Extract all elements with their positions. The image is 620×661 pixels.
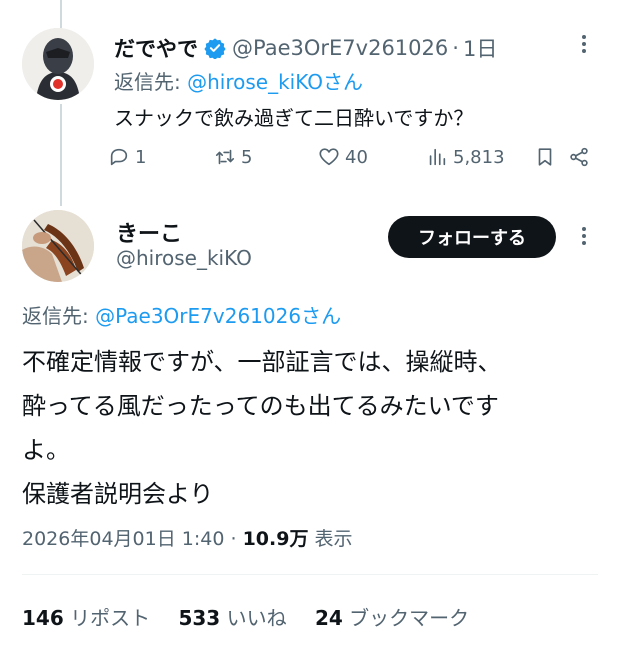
- display-name[interactable]: だでやで: [114, 33, 198, 63]
- tweet-text: 不確定情報ですが、一部証言では、操縦時、 酔ってる風だったってのも出てるみたいで…: [22, 340, 602, 516]
- repost-icon: [215, 149, 235, 165]
- mention-link[interactable]: @Pae3OrE7v261026さん: [95, 304, 341, 328]
- share-icon: [570, 147, 588, 167]
- bookmarks-label: ブックマーク: [349, 606, 470, 630]
- reply-count: 1: [135, 146, 147, 168]
- reply-tweet[interactable]: だでやで @Pae3OrE7v261026 · 1日 返信先: @hirose_…: [0, 0, 620, 200]
- heart-icon: [319, 148, 339, 166]
- avatar[interactable]: [22, 28, 94, 100]
- tweet-text-line: よ。: [22, 436, 70, 464]
- repost-count: 5: [241, 146, 253, 168]
- replying-to: 返信先: @Pae3OrE7v261026さん: [22, 300, 341, 329]
- tweet-text-line: 酔ってる風だったってのも出てるみたいです: [22, 392, 499, 420]
- reposts-label: リポスト: [70, 606, 151, 630]
- more-options-icon[interactable]: [572, 224, 596, 248]
- tweet-actions: 1 5 40 5,813: [108, 146, 592, 172]
- like-button[interactable]: 40: [318, 146, 368, 168]
- analytics-icon: [429, 148, 446, 166]
- divider: [22, 574, 598, 575]
- views-count: 5,813: [453, 146, 505, 168]
- bookmark-button[interactable]: [534, 146, 556, 168]
- likes-label: いいね: [226, 606, 287, 630]
- more-options-icon[interactable]: [572, 32, 596, 56]
- reposts-stat[interactable]: 146 リポスト: [22, 606, 172, 630]
- bookmark-icon: [538, 148, 552, 166]
- post-timestamp[interactable]: 2026年04月01日 1:40: [22, 528, 224, 550]
- reply-button[interactable]: 1: [108, 146, 146, 168]
- replying-to: 返信先: @hirose_kiKOさん: [114, 66, 363, 95]
- separator-dot: ·: [452, 36, 459, 60]
- display-name[interactable]: きーこ: [116, 216, 182, 248]
- avatar[interactable]: [22, 210, 94, 282]
- views-button[interactable]: 5,813: [426, 146, 505, 168]
- reply-icon: [110, 148, 128, 166]
- bookmarks-stat[interactable]: 24 ブックマーク: [315, 606, 469, 630]
- tweet-meta: 2026年04月01日 1:40 · 10.9万 表示: [22, 528, 353, 550]
- views-count: 10.9万: [242, 528, 309, 550]
- user-handle[interactable]: @hirose_kiKO: [116, 246, 252, 270]
- repost-button[interactable]: 5: [214, 146, 252, 168]
- mention-link[interactable]: @hirose_kiKOさん: [187, 70, 363, 94]
- views-label: 表示: [314, 528, 353, 550]
- tweet-text-line: 不確定情報ですが、一部証言では、操縦時、: [22, 348, 502, 376]
- post-time[interactable]: 1日: [463, 33, 497, 63]
- likes-count: 533: [178, 606, 221, 630]
- likes-stat[interactable]: 533 いいね: [178, 606, 308, 630]
- like-count: 40: [345, 146, 368, 168]
- replying-to-prefix: 返信先:: [22, 304, 96, 328]
- tweet-text-line: 保護者説明会より: [22, 480, 214, 508]
- engagement-stats: 146 リポスト 533 いいね 24 ブックマーク: [22, 602, 469, 631]
- bookmarks-count: 24: [314, 606, 343, 630]
- follow-button[interactable]: フォローする: [388, 216, 556, 258]
- replying-to-prefix: 返信先:: [114, 70, 188, 94]
- tweet-text: スナックで飲み過ぎて二日酔いですか？: [114, 106, 474, 130]
- user-handle[interactable]: @Pae3OrE7v261026: [232, 36, 448, 60]
- verified-badge-icon: [204, 38, 226, 59]
- share-button[interactable]: [568, 146, 590, 168]
- reposts-count: 146: [22, 606, 64, 630]
